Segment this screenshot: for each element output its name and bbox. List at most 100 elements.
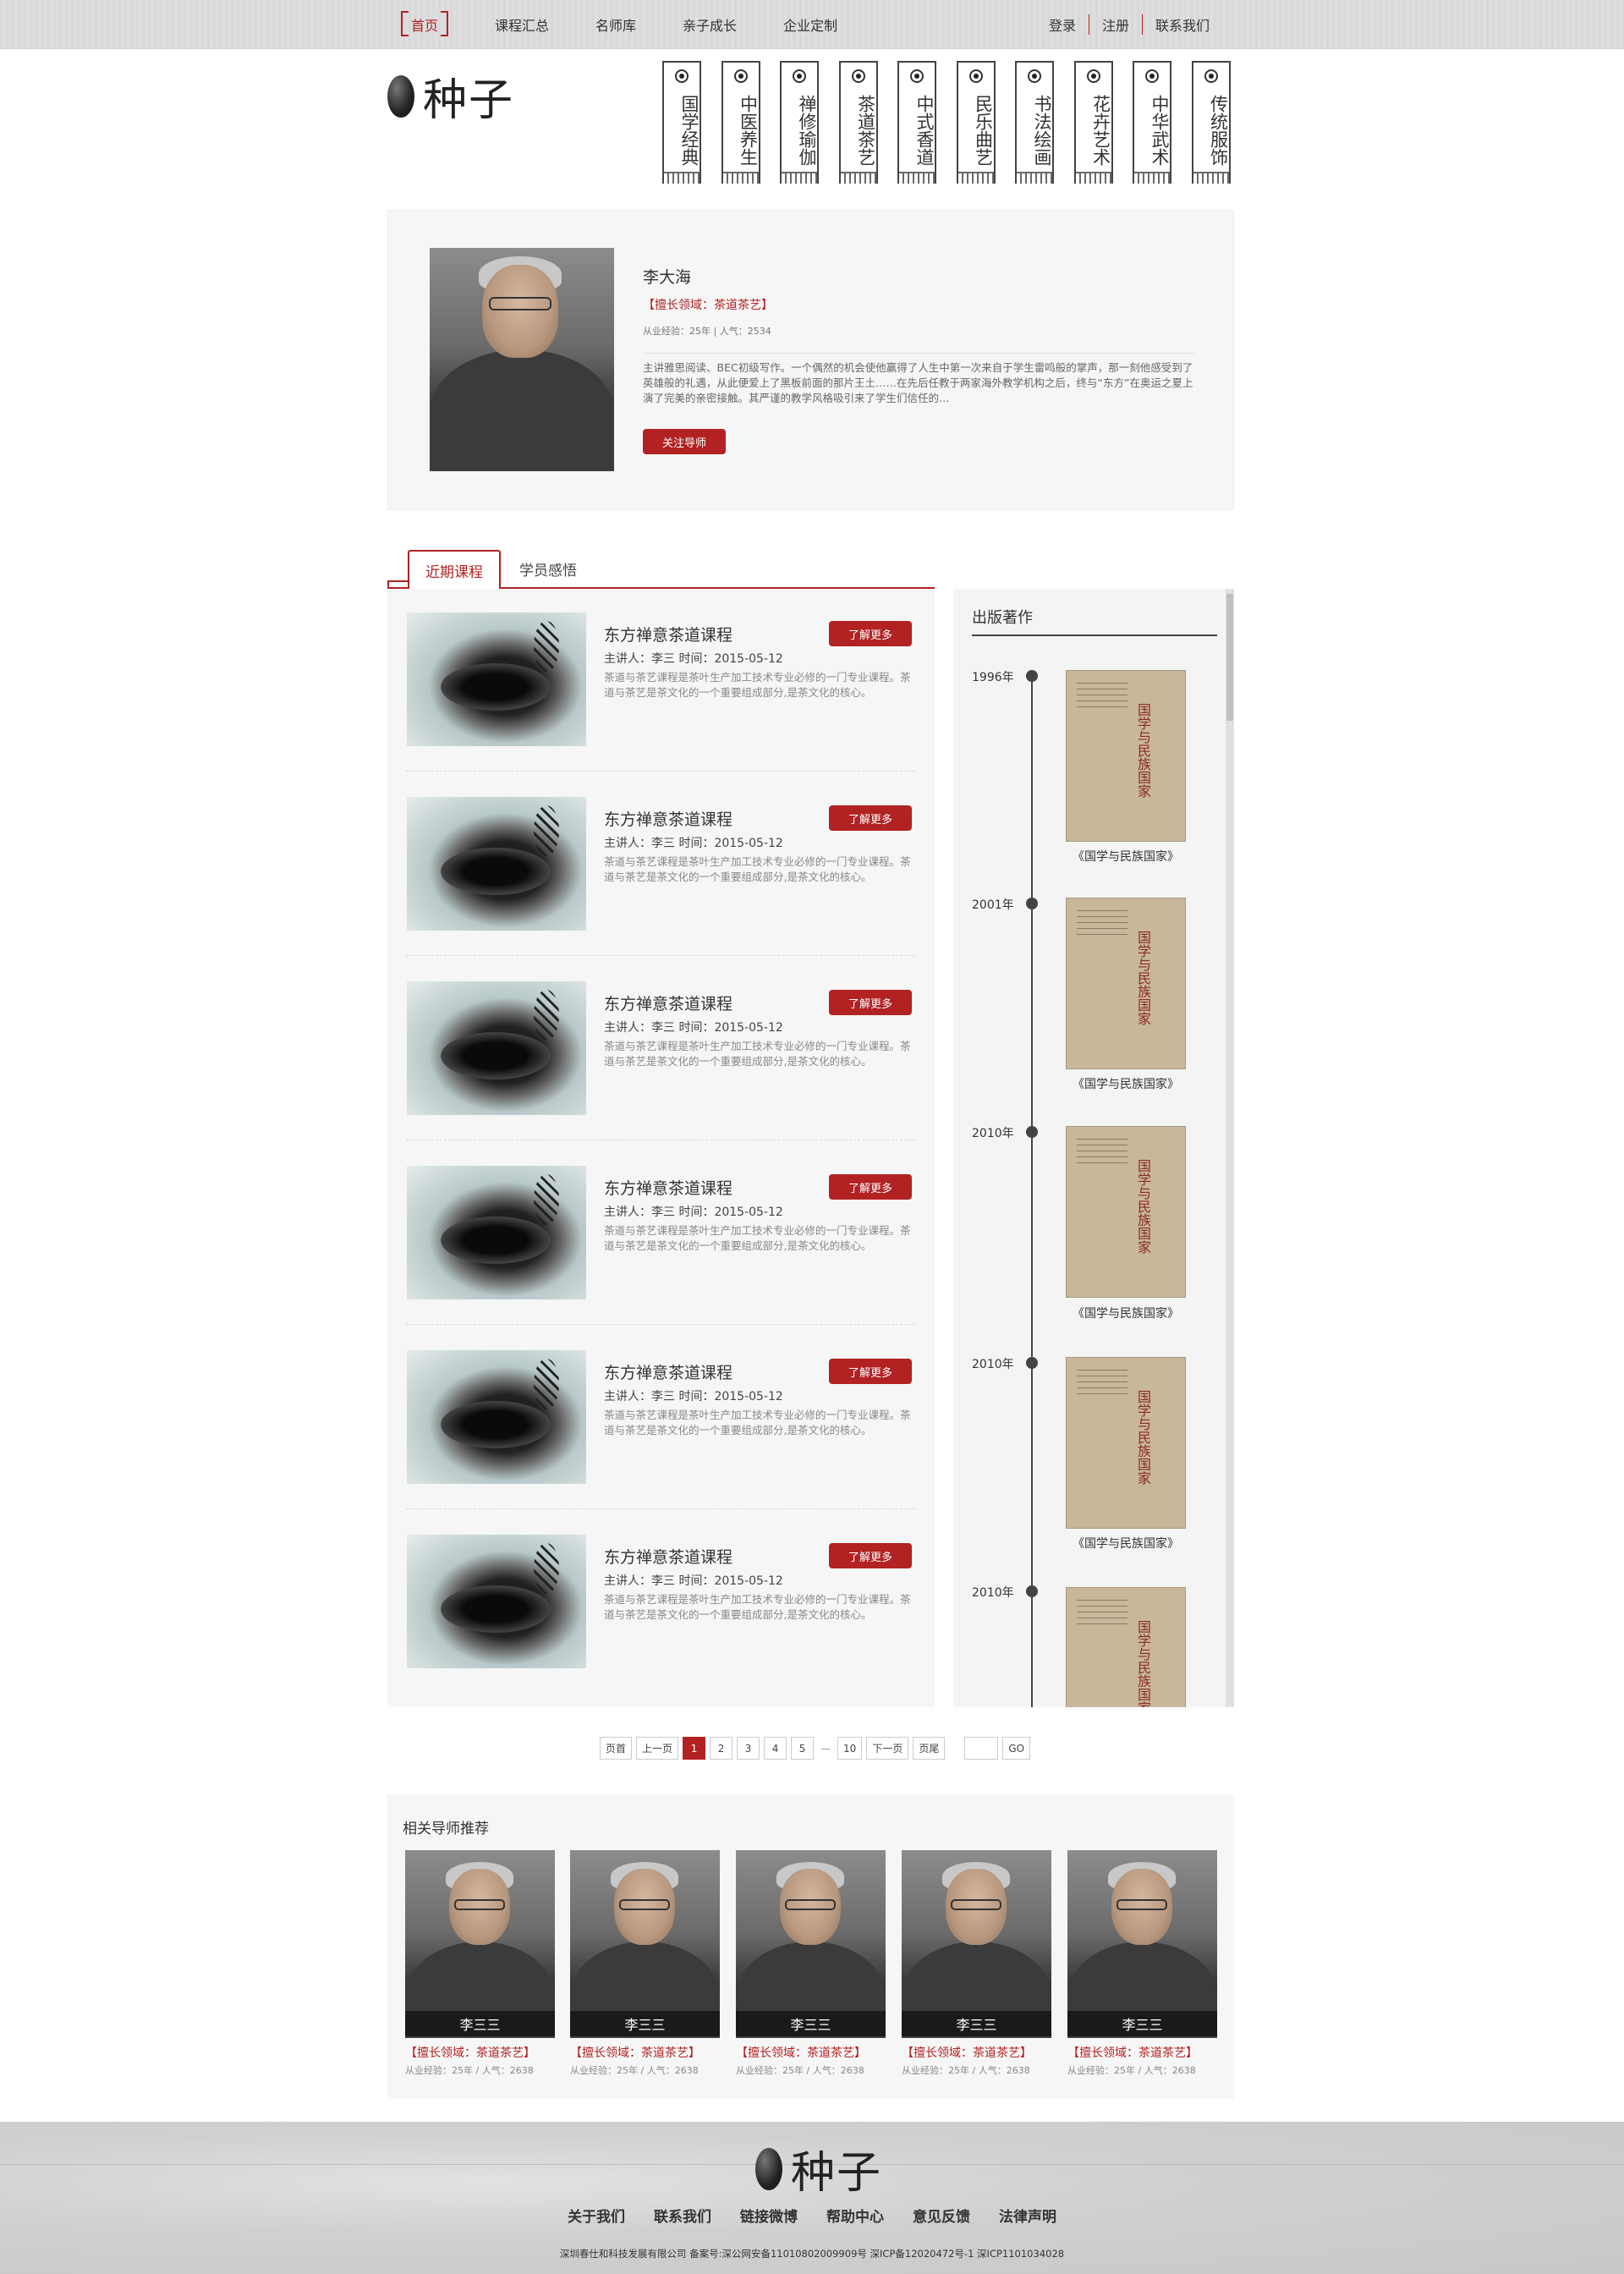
book-name[interactable]: 《国学与民族国家》 (1045, 848, 1207, 865)
course-title[interactable]: 东方禅意茶道课程 (604, 1176, 732, 1199)
page-button[interactable]: 4 (764, 1737, 787, 1760)
teacher-card-stats: 从业经验：25年 / 人气：2638 (902, 2065, 1030, 2076)
footer-link-feedback[interactable]: 意见反馈 (913, 2205, 970, 2226)
tag-ornament (838, 172, 878, 184)
course-thumbnail[interactable] (407, 612, 586, 746)
book-name[interactable]: 《国学与民族国家》 (1045, 1305, 1207, 1321)
first-page-button[interactable]: 页首 (600, 1737, 633, 1760)
footer-link-legal[interactable]: 法律声明 (999, 2205, 1056, 2226)
course-title[interactable]: 东方禅意茶道课程 (604, 623, 732, 645)
book-cover[interactable]: 国学与民族国家 (1066, 1587, 1186, 1707)
teacher-photo (430, 248, 614, 471)
course-thumbnail[interactable] (407, 1166, 586, 1299)
category-label: 书法绘画 (1032, 95, 1052, 166)
page-button[interactable]: 1 (683, 1737, 706, 1760)
follow-button[interactable]: 关注导师 (643, 429, 726, 454)
publications-scrollbar[interactable] (1226, 589, 1234, 1707)
category-tag[interactable]: 花卉艺术 (1073, 61, 1113, 184)
course-thumbnail[interactable] (407, 797, 586, 931)
dot-icon (851, 69, 865, 83)
teacher-card-photo[interactable] (736, 1850, 886, 2038)
teacher-description: 主讲雅思阅读、BEC初级写作。一个偶然的机会使他赢得了人生中第一次来自于学生雷鸣… (643, 353, 1194, 406)
page-button[interactable]: 5 (791, 1737, 815, 1760)
footer-logo[interactable]: 种子 (755, 2137, 882, 2200)
nav-enterprise[interactable]: 企业定制 (783, 14, 837, 35)
teacher-card-name[interactable]: 李三三 (736, 2011, 886, 2036)
category-tag[interactable]: 传统服饰 (1191, 61, 1231, 184)
book-cover[interactable]: 国学与民族国家 (1066, 898, 1186, 1069)
tag-ornament (1191, 172, 1231, 184)
tab-recent-courses[interactable]: 近期课程 (408, 550, 501, 589)
last-page-button[interactable]: 页尾 (913, 1737, 946, 1760)
footer-link-contact[interactable]: 联系我们 (654, 2205, 711, 2226)
teacher-field: 【擅长领域：茶道茶艺】 (643, 299, 773, 312)
go-button[interactable]: GO (1002, 1737, 1031, 1760)
learn-more-button[interactable]: 了解更多 (829, 1174, 912, 1200)
course-title[interactable]: 东方禅意茶道课程 (604, 1545, 732, 1568)
category-label: 中华武术 (1149, 95, 1170, 166)
teacher-card-name[interactable]: 李三三 (902, 2011, 1051, 2036)
timeline-dot (1026, 1357, 1038, 1369)
teacher-card-name[interactable]: 李三三 (1067, 2011, 1217, 2036)
category-tag[interactable]: 茶道茶艺 (838, 61, 878, 184)
teacher-card-photo[interactable] (405, 1850, 555, 2038)
category-label: 中医养生 (738, 95, 759, 166)
category-nav: 国学经典 中医养生 禅修瑜伽 茶道茶艺 中式香道 民乐曲艺 书法绘画 花卉艺术 … (662, 61, 1231, 184)
course-title[interactable]: 东方禅意茶道课程 (604, 991, 732, 1014)
book-cover[interactable]: 国学与民族国家 (1066, 1357, 1186, 1529)
course-thumbnail[interactable] (407, 1350, 586, 1484)
page-button[interactable]: 10 (837, 1737, 863, 1760)
contact-link[interactable]: 联系我们 (1141, 14, 1222, 35)
footer-link-about[interactable]: 关于我们 (568, 2205, 625, 2226)
nav-home[interactable]: 首页 (401, 11, 449, 36)
category-tag[interactable]: 中式香道 (897, 61, 936, 184)
category-label: 中式香道 (914, 95, 935, 166)
login-link[interactable]: 登录 (1036, 14, 1089, 35)
book-name[interactable]: 《国学与民族国家》 (1045, 1535, 1207, 1552)
nav-courses[interactable]: 课程汇总 (495, 14, 549, 35)
page-button[interactable]: 3 (737, 1737, 760, 1760)
course-meta: 主讲人：李三 时间：2015-05-12 (604, 1206, 783, 1219)
site-logo[interactable]: 种子 (387, 64, 514, 128)
teacher-card-photo[interactable] (902, 1850, 1051, 2038)
learn-more-button[interactable]: 了解更多 (829, 805, 912, 831)
teacher-card-stats: 从业经验：25年 / 人气：2638 (736, 2065, 864, 2076)
category-tag[interactable]: 民乐曲艺 (956, 61, 996, 184)
teacher-card-photo[interactable] (1067, 1850, 1217, 2038)
book-cover[interactable]: 国学与民族国家 (1066, 670, 1186, 842)
prev-page-button[interactable]: 上一页 (636, 1737, 679, 1760)
tab-student-feedback[interactable]: 学员感悟 (519, 558, 577, 579)
category-tag[interactable]: 书法绘画 (1015, 61, 1054, 184)
teacher-card-stats: 从业经验：25年 / 人气：2638 (405, 2065, 534, 2076)
nav-teachers[interactable]: 名师库 (595, 14, 636, 35)
course-title[interactable]: 东方禅意茶道课程 (604, 807, 732, 830)
category-tag[interactable]: 中医养生 (721, 61, 760, 184)
learn-more-button[interactable]: 了解更多 (829, 621, 912, 646)
teacher-card-name[interactable]: 李三三 (405, 2011, 555, 2036)
learn-more-button[interactable]: 了解更多 (829, 1359, 912, 1384)
learn-more-button[interactable]: 了解更多 (829, 990, 912, 1015)
category-tag[interactable]: 禅修瑜伽 (780, 61, 819, 184)
nav-parenting[interactable]: 亲子成长 (683, 14, 737, 35)
scrollbar-thumb[interactable] (1226, 594, 1233, 721)
category-tag[interactable]: 中华武术 (1133, 61, 1171, 184)
course-description: 茶道与茶艺课程是茶叶生产加工技术专业必修的一门专业课程。茶道与茶艺是茶文化的一个… (604, 1224, 911, 1252)
learn-more-button[interactable]: 了解更多 (829, 1543, 912, 1568)
book-name[interactable]: 《国学与民族国家》 (1045, 1075, 1207, 1092)
related-title: 相关导师推荐 (403, 1821, 489, 1837)
book-cover[interactable]: 国学与民族国家 (1066, 1126, 1186, 1298)
register-link[interactable]: 注册 (1088, 14, 1142, 35)
course-thumbnail[interactable] (407, 981, 586, 1115)
category-tag[interactable]: 国学经典 (662, 61, 701, 184)
teacher-card-photo[interactable] (570, 1850, 720, 2038)
page-number-input[interactable] (964, 1737, 999, 1760)
footer-copyright: 深圳春仕和科技发展有限公司 备案号:深公网安备11010802009909号 深… (559, 2248, 1065, 2260)
page-button[interactable]: 2 (710, 1737, 733, 1760)
footer-link-weibo[interactable]: 链接微博 (740, 2205, 798, 2226)
next-page-button[interactable]: 下一页 (866, 1737, 909, 1760)
course-thumbnail[interactable] (407, 1535, 586, 1668)
book-year: 1996年 (972, 671, 1014, 684)
course-title[interactable]: 东方禅意茶道课程 (604, 1360, 732, 1383)
footer-link-help[interactable]: 帮助中心 (826, 2205, 884, 2226)
teacher-card-name[interactable]: 李三三 (570, 2011, 720, 2036)
